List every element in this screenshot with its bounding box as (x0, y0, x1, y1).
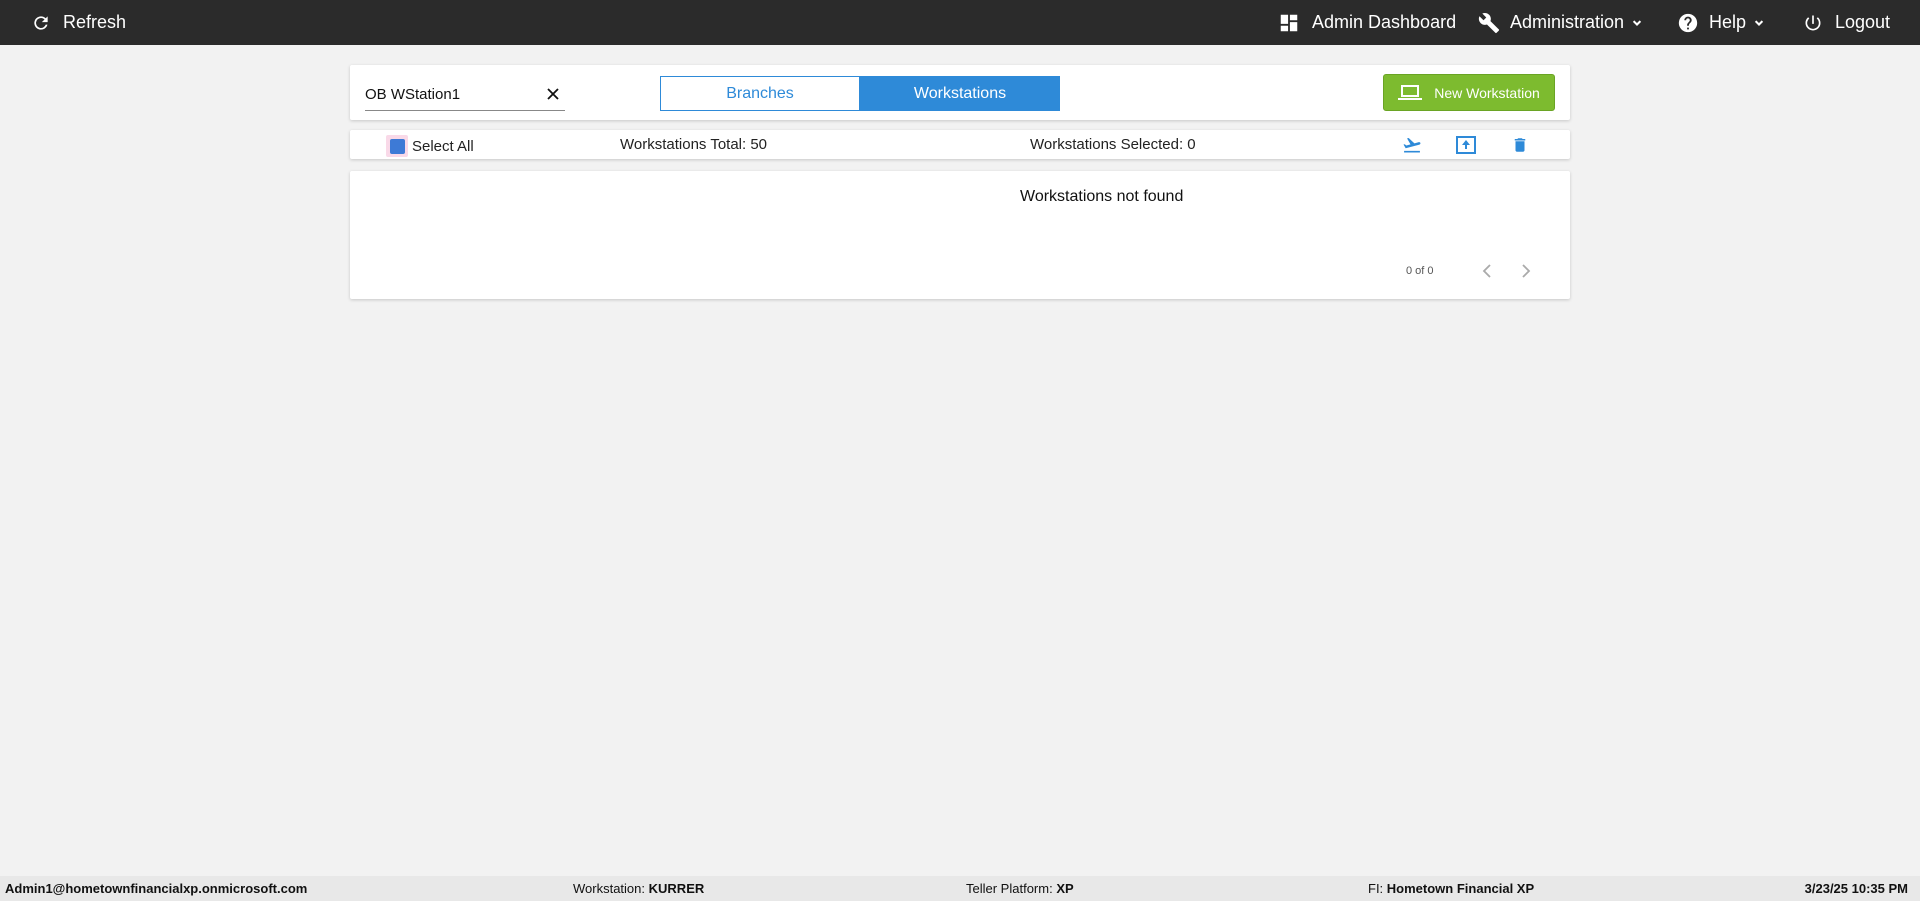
status-datetime: 3/23/25 10:35 PM (1804, 881, 1908, 896)
administration-menu[interactable]: Administration (1478, 0, 1644, 45)
upload-icon (1456, 136, 1476, 154)
upload-button[interactable] (1454, 133, 1478, 157)
admin-dashboard-label: Admin Dashboard (1312, 12, 1457, 32)
chevron-down-icon (1754, 19, 1764, 26)
next-page-button[interactable] (1516, 260, 1536, 282)
fi-status: FI: Hometown Financial XP (1368, 881, 1534, 896)
help-circle-icon (1678, 13, 1698, 32)
refresh-button[interactable]: Refresh (31, 0, 126, 45)
checkbox-highlight (386, 135, 408, 157)
tab-workstations[interactable]: Workstations (860, 76, 1060, 111)
laptop-icon (1398, 84, 1423, 100)
administration-label: Administration (1510, 12, 1625, 32)
refresh-label: Refresh (63, 12, 127, 32)
previous-page-button[interactable] (1477, 260, 1497, 282)
fi-value: Hometown Financial XP (1386, 881, 1535, 896)
help-label: Help (1709, 12, 1747, 32)
trash-icon (1514, 138, 1526, 152)
chevron-left-icon (1482, 264, 1491, 278)
search-field (365, 81, 565, 111)
help-menu[interactable]: Help (1677, 0, 1766, 45)
teller-platform-status: Teller Platform: XP (966, 881, 1074, 896)
select-all-label: Select All (412, 137, 474, 155)
results-panel: Workstations not found 0 of 0 (350, 171, 1570, 299)
teller-platform-label: Teller Platform: (966, 881, 1053, 896)
pager-count: 0 of 0 (1406, 265, 1434, 277)
workstation-toolbar: Branches Workstations New Workstation (350, 65, 1570, 120)
checkbox-box (389, 138, 405, 154)
wrench-icon (1478, 12, 1500, 33)
chevron-right-icon (1522, 264, 1531, 278)
delete-button[interactable] (1508, 133, 1532, 157)
workstations-total: Workstations Total: 50 (620, 136, 768, 153)
clear-search-button[interactable] (545, 86, 561, 102)
deploy-button[interactable] (1400, 133, 1424, 157)
empty-message: Workstations not found (1020, 188, 1184, 205)
new-workstation-label: New Workstation (1434, 84, 1540, 101)
close-icon (547, 88, 559, 100)
selection-bar: Select All Workstations Total: 50 Workst… (350, 130, 1570, 159)
workstations-selected: Workstations Selected: 0 (1030, 136, 1196, 153)
logout-button[interactable]: Logout (1803, 0, 1890, 45)
new-workstation-button[interactable]: New Workstation (1383, 74, 1555, 111)
airplane-takeoff-icon (1403, 137, 1421, 153)
admin-dashboard-link[interactable]: Admin Dashboard (1278, 0, 1456, 45)
workstation-status-label: Workstation: (573, 881, 646, 896)
search-input[interactable] (365, 83, 535, 105)
logout-label: Logout (1835, 12, 1891, 32)
chevron-down-icon (1632, 19, 1642, 26)
refresh-icon (34, 15, 48, 30)
view-toggle: Branches Workstations (660, 76, 1060, 111)
teller-platform-value: XP (1056, 881, 1074, 896)
top-navigation-bar: Refresh Admin Dashboard Administration H… (0, 0, 1920, 45)
workstation-status-value: KURRER (648, 881, 705, 896)
tab-branches[interactable]: Branches (660, 76, 860, 111)
workstation-status: Workstation: KURRER (573, 881, 704, 896)
dashboard-icon (1280, 14, 1298, 31)
power-icon (1805, 15, 1821, 30)
status-bar: Admin1@hometownfinancialxp.onmicrosoft.c… (0, 876, 1920, 901)
select-all-checkbox[interactable]: Select All (386, 135, 474, 157)
signed-in-user: Admin1@hometownfinancialxp.onmicrosoft.c… (5, 881, 308, 896)
fi-label: FI: (1368, 881, 1384, 896)
